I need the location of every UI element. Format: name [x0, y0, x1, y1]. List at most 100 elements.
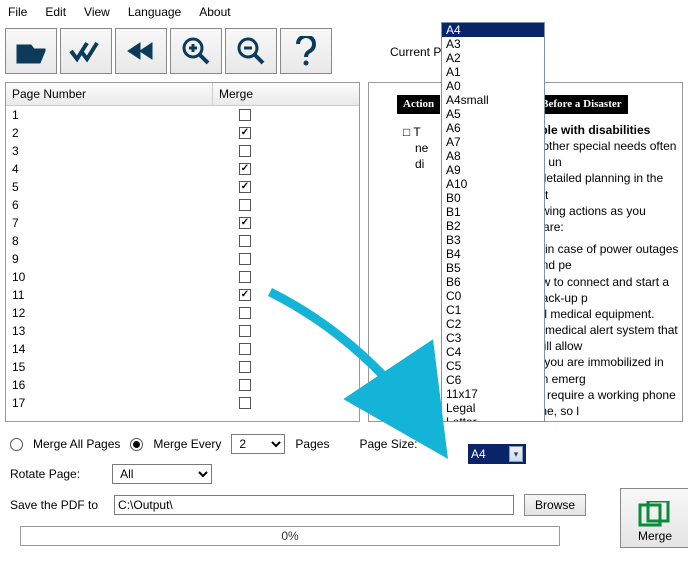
- page-size-option[interactable]: A4small: [442, 93, 544, 107]
- page-size-option[interactable]: B6: [442, 275, 544, 289]
- merge-checkbox[interactable]: [239, 109, 251, 121]
- page-size-option[interactable]: B2: [442, 219, 544, 233]
- page-size-option[interactable]: B1: [442, 205, 544, 219]
- menu-view[interactable]: View: [84, 5, 110, 19]
- open-button[interactable]: [5, 28, 57, 74]
- cell-page-number: 16: [6, 378, 213, 392]
- col-page-number[interactable]: Page Number: [6, 83, 213, 105]
- merge-checkbox[interactable]: [239, 199, 251, 211]
- help-button[interactable]: [280, 28, 332, 74]
- table-row[interactable]: 10: [6, 268, 359, 286]
- merge-checkbox[interactable]: [239, 361, 251, 373]
- cell-page-number: 15: [6, 360, 213, 374]
- page-size-option[interactable]: C2: [442, 317, 544, 331]
- merge-checkbox[interactable]: [239, 217, 251, 229]
- page-size-option[interactable]: B0: [442, 191, 544, 205]
- save-label: Save the PDF to: [10, 498, 98, 512]
- table-row[interactable]: 14: [6, 340, 359, 358]
- merge-checkbox[interactable]: [239, 127, 251, 139]
- page-size-option[interactable]: A9: [442, 163, 544, 177]
- page-size-option[interactable]: A1: [442, 65, 544, 79]
- merge-checkbox[interactable]: [239, 253, 251, 265]
- page-size-option[interactable]: A7: [442, 135, 544, 149]
- merge-checkbox[interactable]: [239, 325, 251, 337]
- page-size-option[interactable]: C4: [442, 345, 544, 359]
- merge-checkbox[interactable]: [239, 343, 251, 355]
- merge-all-radio[interactable]: [10, 438, 23, 451]
- table-row[interactable]: 13: [6, 322, 359, 340]
- page-size-option[interactable]: 11x17: [442, 387, 544, 401]
- page-size-option[interactable]: Legal: [442, 401, 544, 415]
- merge-checkbox[interactable]: [239, 379, 251, 391]
- menu-file[interactable]: File: [8, 5, 27, 19]
- merge-checkbox[interactable]: [239, 307, 251, 319]
- browse-button[interactable]: Browse: [524, 494, 586, 516]
- page-size-option[interactable]: C1: [442, 303, 544, 317]
- toolbar: Current Page: 48: [0, 24, 688, 78]
- cell-page-number: 4: [6, 162, 213, 176]
- page-size-option[interactable]: C3: [442, 331, 544, 345]
- table-row[interactable]: 8: [6, 232, 359, 250]
- col-merge[interactable]: Merge: [213, 83, 359, 105]
- table-row[interactable]: 4: [6, 160, 359, 178]
- merge-every-label: Merge Every: [153, 437, 221, 451]
- table-row[interactable]: 6: [6, 196, 359, 214]
- table-row[interactable]: 16: [6, 376, 359, 394]
- merge-checkbox[interactable]: [239, 289, 251, 301]
- page-size-option[interactable]: A0: [442, 79, 544, 93]
- merge-checkbox[interactable]: [239, 163, 251, 175]
- table-row[interactable]: 15: [6, 358, 359, 376]
- page-size-option[interactable]: A10: [442, 177, 544, 191]
- undo-button[interactable]: [115, 28, 167, 74]
- zoom-in-button[interactable]: [170, 28, 222, 74]
- merge-checkbox[interactable]: [239, 271, 251, 283]
- table-row[interactable]: 5: [6, 178, 359, 196]
- table-row[interactable]: 2: [6, 124, 359, 142]
- page-size-option[interactable]: C6: [442, 373, 544, 387]
- cell-page-number: 14: [6, 342, 213, 356]
- table-body[interactable]: 1234567891011121314151617: [6, 106, 359, 416]
- page-size-option[interactable]: C5: [442, 359, 544, 373]
- save-path-input[interactable]: [114, 495, 514, 515]
- page-size-option[interactable]: B4: [442, 247, 544, 261]
- table-row[interactable]: 3: [6, 142, 359, 160]
- page-size-option[interactable]: A8: [442, 149, 544, 163]
- question-icon: [294, 36, 318, 66]
- page-size-option[interactable]: B5: [442, 261, 544, 275]
- merge-checkbox[interactable]: [239, 397, 251, 409]
- zoom-out-button[interactable]: [225, 28, 277, 74]
- merge-every-radio[interactable]: [130, 438, 143, 451]
- double-check-icon: [69, 39, 103, 63]
- rotate-select[interactable]: All: [112, 464, 212, 484]
- page-size-option[interactable]: A4: [442, 23, 544, 37]
- menu-about[interactable]: About: [199, 5, 230, 19]
- page-size-option[interactable]: A2: [442, 51, 544, 65]
- page-size-option[interactable]: C0: [442, 289, 544, 303]
- merge-checkbox[interactable]: [239, 235, 251, 247]
- table-row[interactable]: 1: [6, 106, 359, 124]
- cell-page-number: 6: [6, 198, 213, 212]
- merge-every-select[interactable]: 2: [231, 434, 285, 454]
- merge-button[interactable]: Merge: [620, 488, 688, 548]
- zoom-in-icon: [181, 36, 211, 66]
- menu-edit[interactable]: Edit: [45, 5, 66, 19]
- table-row[interactable]: 11: [6, 286, 359, 304]
- progress-bar: 0%: [20, 526, 560, 546]
- table-row[interactable]: 9: [6, 250, 359, 268]
- page-size-option[interactable]: A5: [442, 107, 544, 121]
- table-row[interactable]: 12: [6, 304, 359, 322]
- table-row[interactable]: 7: [6, 214, 359, 232]
- page-size-dropdown[interactable]: A4A3A2A1A0A4smallA5A6A7A8A9A10B0B1B2B3B4…: [441, 22, 545, 422]
- page-size-option[interactable]: A6: [442, 121, 544, 135]
- apply-button[interactable]: [60, 28, 112, 74]
- merge-checkbox[interactable]: [239, 145, 251, 157]
- cell-page-number: 9: [6, 252, 213, 266]
- page-size-option[interactable]: A3: [442, 37, 544, 51]
- merge-checkbox[interactable]: [239, 181, 251, 193]
- table-row[interactable]: 17: [6, 394, 359, 412]
- page-size-option[interactable]: Letter: [442, 415, 544, 421]
- cell-page-number: 1: [6, 108, 213, 122]
- menu-language[interactable]: Language: [128, 5, 181, 19]
- page-size-select[interactable]: A4 ▾: [468, 444, 526, 464]
- page-size-option[interactable]: B3: [442, 233, 544, 247]
